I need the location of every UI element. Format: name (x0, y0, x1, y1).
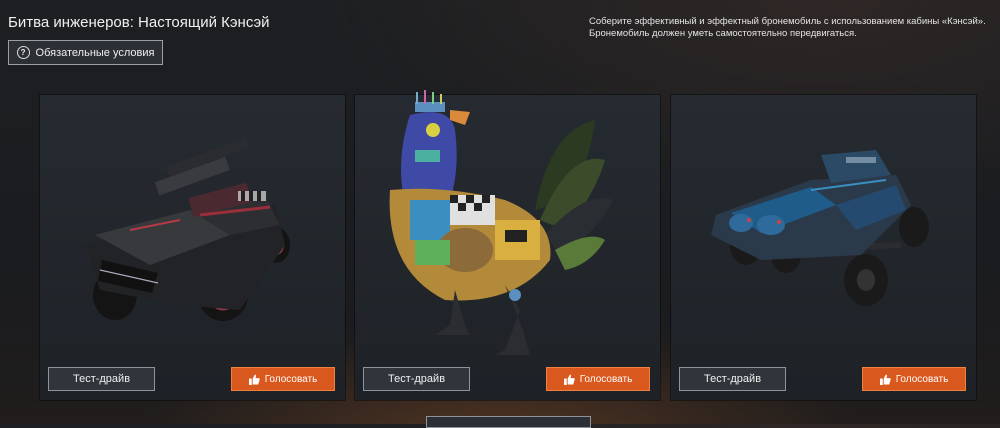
test-drive-label: Тест-драйв (387, 373, 446, 385)
vote-button[interactable]: Голосовать (862, 367, 966, 391)
blue-armored-buggy-image (711, 150, 929, 306)
black-armored-truck-image (85, 137, 290, 321)
thumbs-up-icon (563, 373, 575, 385)
bottom-button[interactable] (426, 416, 591, 428)
test-drive-label: Тест-драйв (72, 373, 131, 385)
requirements-button[interactable]: ? Обязательные условия (8, 40, 163, 65)
vote-label: Голосовать (895, 373, 949, 385)
rooster-vehicle-image (389, 90, 613, 355)
vote-label: Голосовать (579, 373, 633, 385)
test-drive-button[interactable]: Тест-драйв (679, 367, 786, 391)
description-line-1: Соберите эффективный и эффектный бронемо… (589, 16, 986, 27)
contest-description: Соберите эффективный и эффектный бронемо… (589, 16, 994, 40)
vote-button[interactable]: Голосовать (546, 367, 650, 391)
requirements-label: Обязательные условия (35, 46, 155, 59)
test-drive-button[interactable]: Тест-драйв (48, 367, 155, 391)
page-title: Битва инженеров: Настоящий Кэнсэй (8, 14, 270, 31)
entry-card-2: Тест-драйв Голосовать (355, 90, 660, 400)
description-line-2: Бронемобиль должен уметь самостоятельно … (589, 28, 857, 39)
entry-card-1: Тест-драйв Голосовать (40, 95, 345, 400)
test-drive-label: Тест-драйв (703, 373, 762, 385)
question-icon: ? (16, 46, 30, 59)
thumbs-up-icon (248, 373, 260, 385)
thumbs-up-icon (879, 373, 891, 385)
entry-card-3: Тест-драйв Голосовать (671, 95, 976, 400)
vote-label: Голосовать (264, 373, 318, 385)
vote-button[interactable]: Голосовать (231, 367, 335, 391)
test-drive-button[interactable]: Тест-драйв (363, 367, 470, 391)
